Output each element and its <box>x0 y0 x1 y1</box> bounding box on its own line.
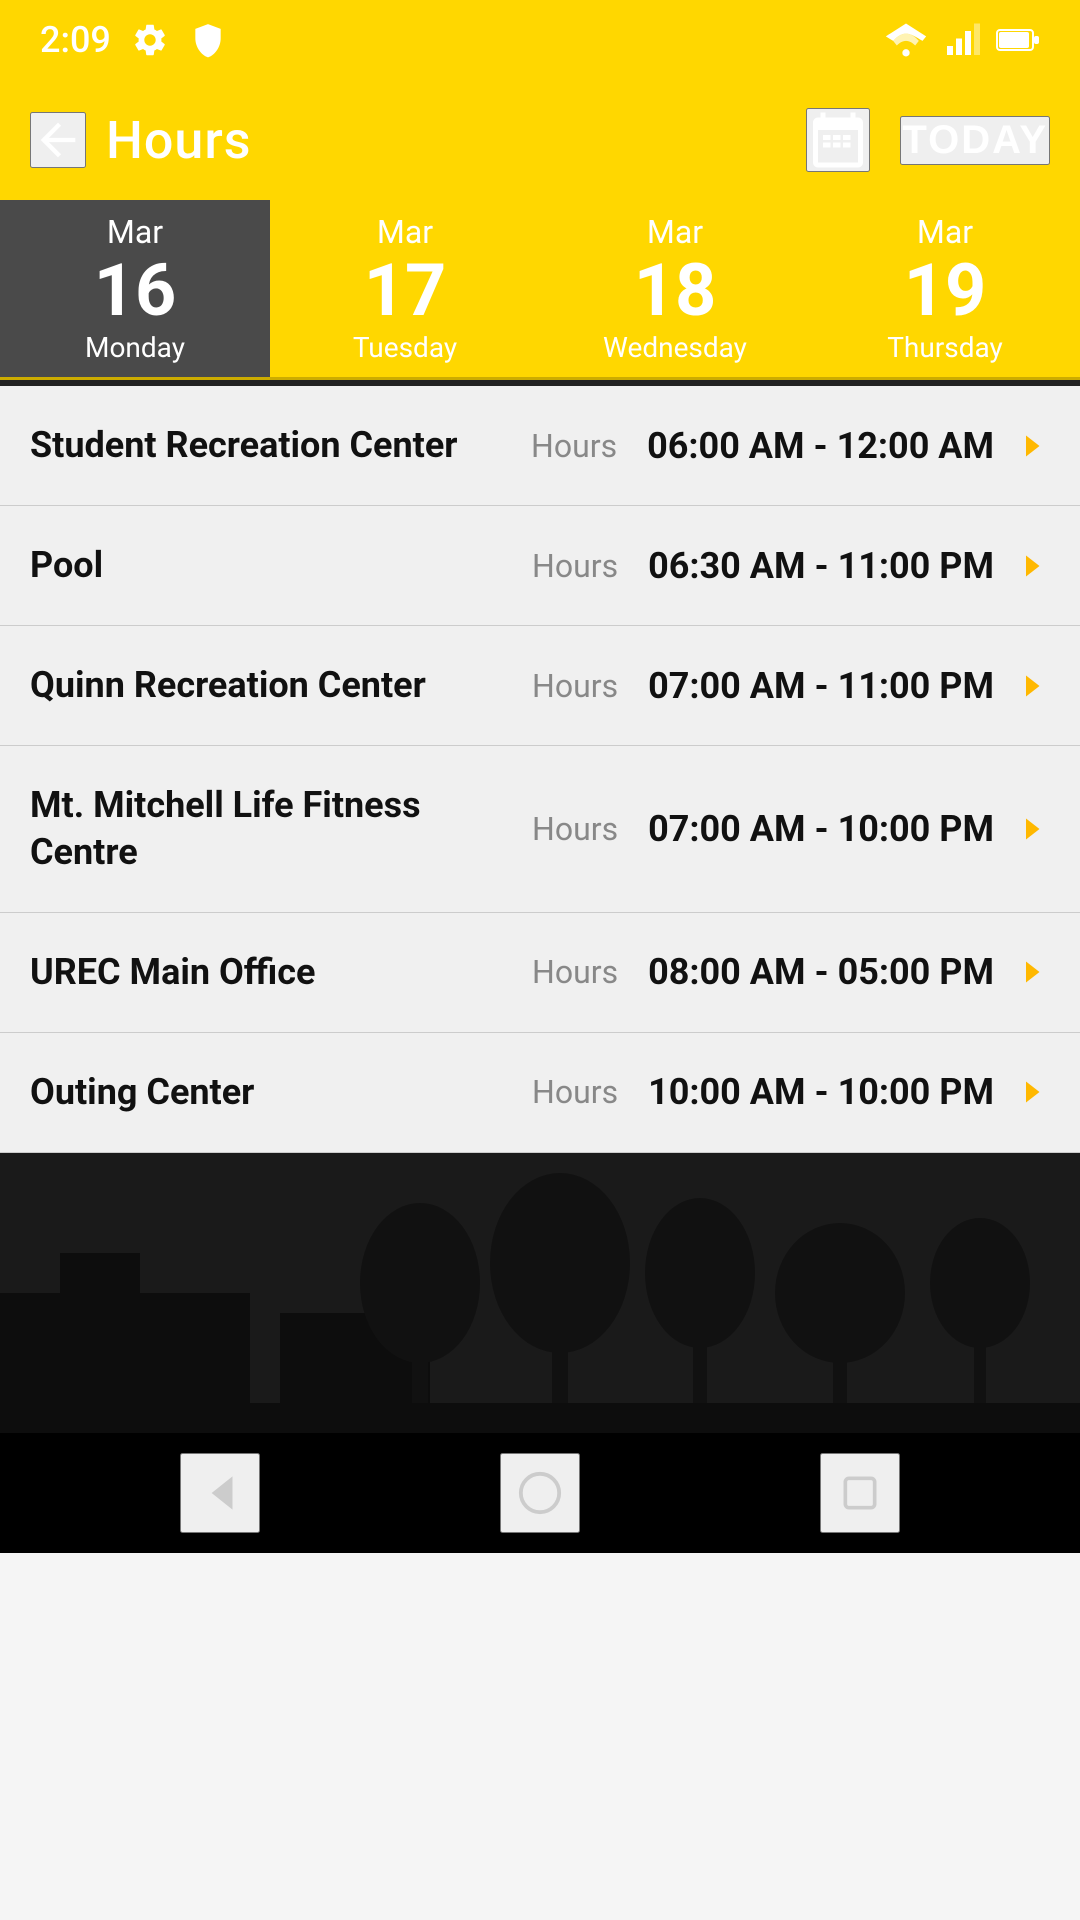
chevron-right-icon-3 <box>1014 811 1050 847</box>
date-weekday-2: Wednesday <box>603 331 747 364</box>
date-item-mar18[interactable]: Mar 18 Wednesday <box>540 200 810 377</box>
settings-icon <box>131 21 169 59</box>
date-month-0: Mar <box>107 213 163 251</box>
today-button[interactable]: TODAY <box>900 116 1050 165</box>
date-item-mar17[interactable]: Mar 17 Tuesday <box>270 200 540 377</box>
date-weekday-1: Tuesday <box>353 331 457 364</box>
facility-name-3: Mt. Mitchell Life Fitness Centre <box>30 782 532 876</box>
facility-row-4[interactable]: UREC Main Office Hours 08:00 AM - 05:00 … <box>0 913 1080 1033</box>
facility-row-5[interactable]: Outing Center Hours 10:00 AM - 10:00 PM <box>0 1033 1080 1153</box>
date-day-2: 18 <box>634 255 717 327</box>
hours-label-2: Hours <box>532 667 618 705</box>
bottom-image-area <box>0 1153 1080 1433</box>
hours-label-5: Hours <box>532 1073 618 1111</box>
hours-label-1: Hours <box>532 547 618 585</box>
nav-back-button[interactable] <box>180 1453 260 1533</box>
facility-name-0: Student Recreation Center <box>30 422 531 469</box>
date-weekday-0: Monday <box>85 331 185 364</box>
nav-home-button[interactable] <box>500 1453 580 1533</box>
date-month-3: Mar <box>917 213 973 251</box>
hours-time-0: 06:00 AM - 12:00 AM <box>647 425 994 467</box>
nav-recent-button[interactable] <box>820 1453 900 1533</box>
hours-label-4: Hours <box>532 953 618 991</box>
facility-name-5: Outing Center <box>30 1069 532 1116</box>
date-month-1: Mar <box>377 213 433 251</box>
date-day-0: 16 <box>94 255 177 327</box>
calendar-button[interactable] <box>806 108 870 172</box>
date-weekday-3: Thursday <box>887 331 1003 364</box>
back-button[interactable] <box>30 112 86 168</box>
chevron-right-icon-1 <box>1014 548 1050 584</box>
date-day-1: 17 <box>364 255 447 327</box>
hours-time-3: 07:00 AM - 10:00 PM <box>648 808 994 850</box>
date-selector: Mar 16 Monday Mar 17 Tuesday Mar 18 Wedn… <box>0 200 1080 380</box>
date-item-mar19[interactable]: Mar 19 Thursday <box>810 200 1080 377</box>
hours-label-0: Hours <box>531 427 617 465</box>
chevron-right-icon-5 <box>1014 1074 1050 1110</box>
chevron-right-icon-4 <box>1014 954 1050 990</box>
date-month-2: Mar <box>647 213 703 251</box>
wifi-icon <box>884 23 928 57</box>
hours-time-4: 08:00 AM - 05:00 PM <box>648 951 994 993</box>
status-bar: 2:09 <box>0 0 1080 80</box>
hours-label-3: Hours <box>532 810 618 848</box>
shield-icon <box>189 21 227 59</box>
hours-list: Student Recreation Center Hours 06:00 AM… <box>0 386 1080 1153</box>
facility-name-2: Quinn Recreation Center <box>30 662 532 709</box>
chevron-right-icon-2 <box>1014 668 1050 704</box>
hours-time-1: 06:30 AM - 11:00 PM <box>648 545 994 587</box>
facility-row-0[interactable]: Student Recreation Center Hours 06:00 AM… <box>0 386 1080 506</box>
date-item-mar16[interactable]: Mar 16 Monday <box>0 200 270 377</box>
signal-icon <box>944 22 980 58</box>
facility-name-4: UREC Main Office <box>30 949 532 996</box>
battery-icon <box>996 26 1040 54</box>
app-bar: Hours TODAY <box>0 80 1080 200</box>
hours-time-5: 10:00 AM - 10:00 PM <box>648 1071 994 1113</box>
status-time: 2:09 <box>40 19 111 61</box>
facility-row-1[interactable]: Pool Hours 06:30 AM - 11:00 PM <box>0 506 1080 626</box>
date-day-3: 19 <box>904 255 987 327</box>
campus-image <box>0 1153 1080 1433</box>
chevron-right-icon-0 <box>1014 428 1050 464</box>
hours-time-2: 07:00 AM - 11:00 PM <box>648 665 994 707</box>
facility-row-3[interactable]: Mt. Mitchell Life Fitness Centre Hours 0… <box>0 746 1080 913</box>
page-title: Hours <box>106 110 251 171</box>
facility-row-2[interactable]: Quinn Recreation Center Hours 07:00 AM -… <box>0 626 1080 746</box>
nav-bar <box>0 1433 1080 1553</box>
facility-name-1: Pool <box>30 542 532 589</box>
